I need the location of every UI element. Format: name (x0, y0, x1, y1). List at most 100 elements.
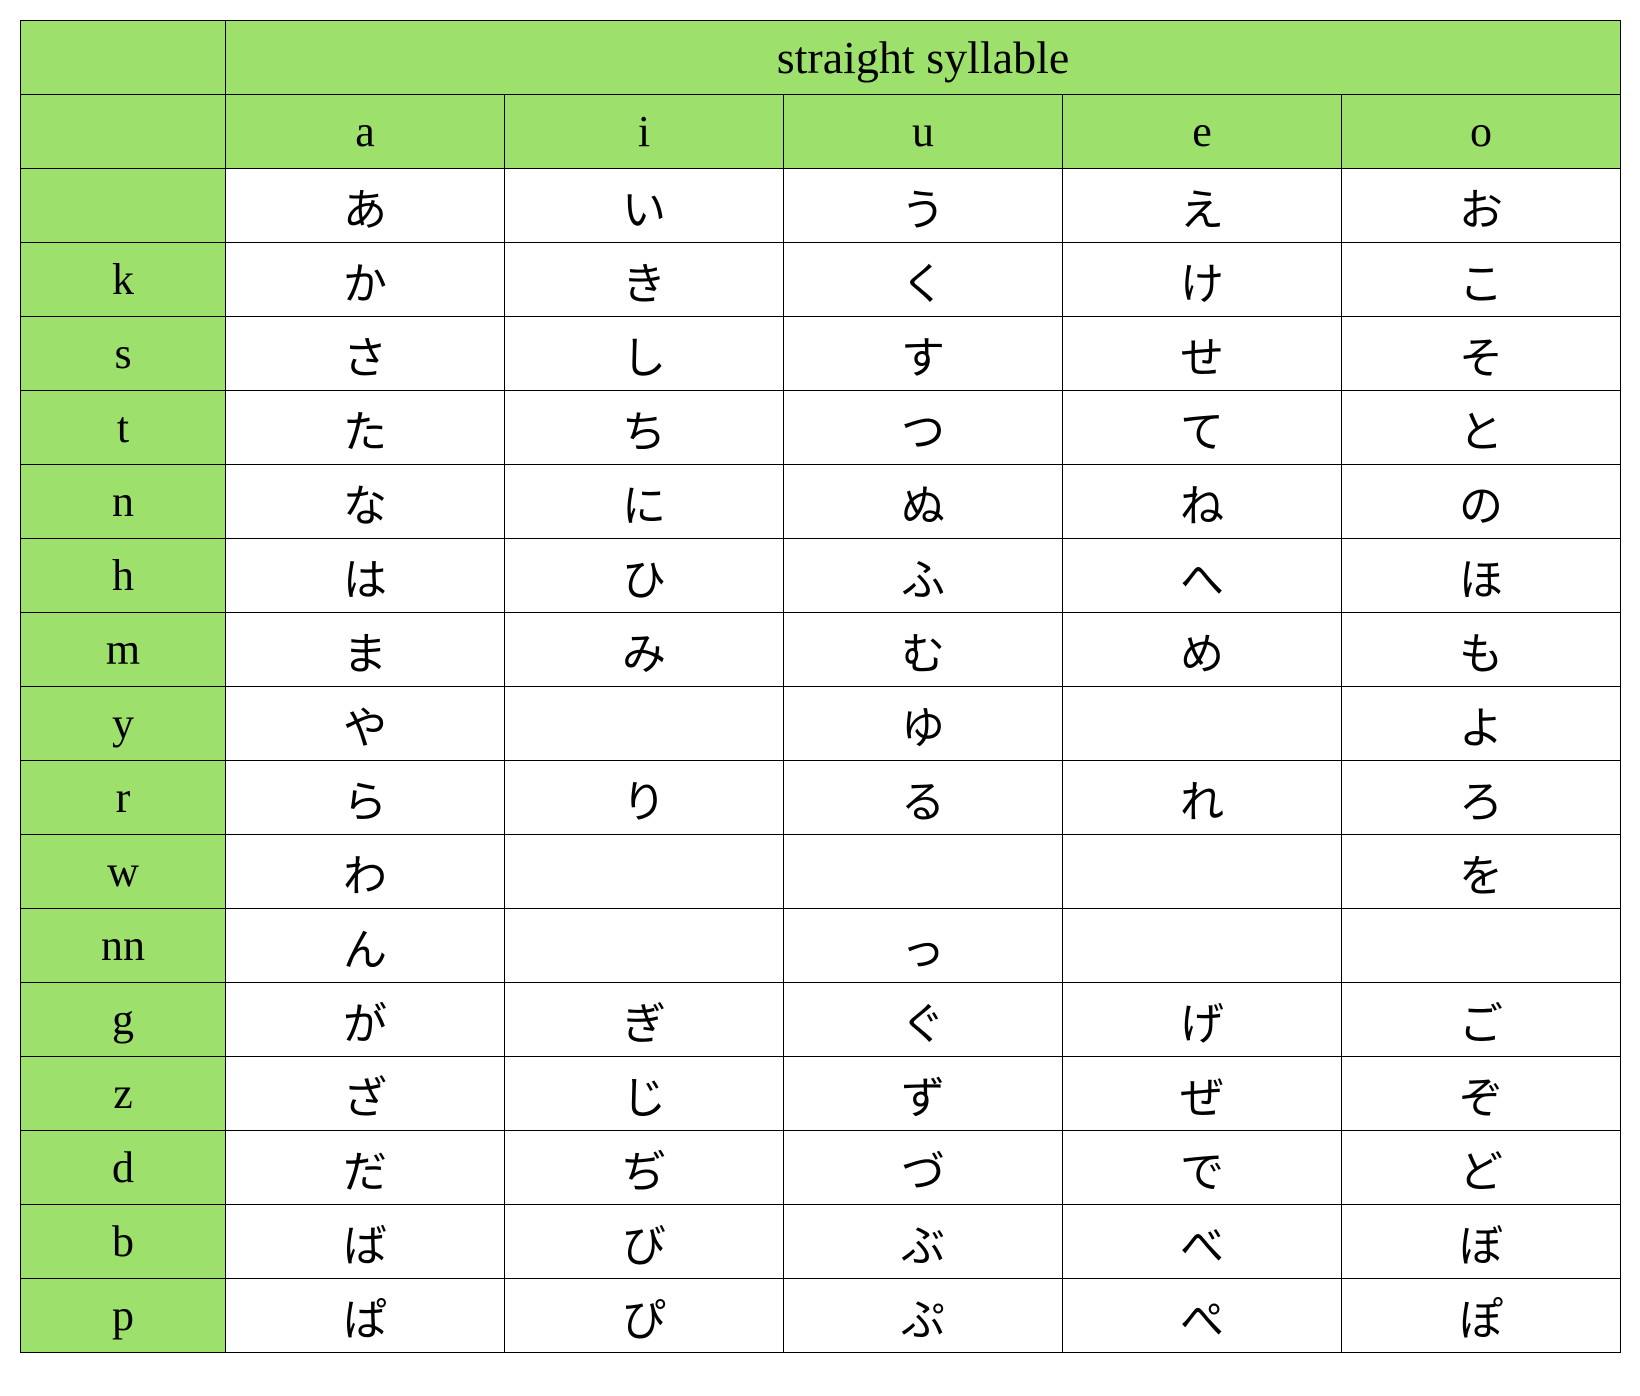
table-cell: ろ (1342, 761, 1621, 835)
table-cell: を (1342, 835, 1621, 909)
table-cell: お (1342, 169, 1621, 243)
table-row: tたちつてと (21, 391, 1621, 465)
table-cell: ぱ (226, 1279, 505, 1353)
table-cell: ど (1342, 1131, 1621, 1205)
column-header: a (226, 95, 505, 169)
table-cell (1063, 687, 1342, 761)
table-cell: ぬ (784, 465, 1063, 539)
table-cell: な (226, 465, 505, 539)
table-row: yや ゆ よ (21, 687, 1621, 761)
table-row: zざじずぜぞ (21, 1057, 1621, 1131)
table-cell: そ (1342, 317, 1621, 391)
table-row: nnん っ (21, 909, 1621, 983)
table-cell: ね (1063, 465, 1342, 539)
table-cell: さ (226, 317, 505, 391)
table-row: nなにぬねの (21, 465, 1621, 539)
table-cell: ぎ (505, 983, 784, 1057)
table-cell: ご (1342, 983, 1621, 1057)
table-cell: ゆ (784, 687, 1063, 761)
table-cell (505, 835, 784, 909)
row-label (21, 169, 226, 243)
table-title: straight syllable (226, 21, 1621, 95)
table-cell: で (1063, 1131, 1342, 1205)
table-cell: の (1342, 465, 1621, 539)
table-row: sさしすせそ (21, 317, 1621, 391)
table-cell: や (226, 687, 505, 761)
table-cell: ぢ (505, 1131, 784, 1205)
table-cell (1342, 909, 1621, 983)
table-cell: ぶ (784, 1205, 1063, 1279)
hiragana-table: straight syllableaiueoあいうえおkかきくけこsさしすせそt… (20, 20, 1621, 1353)
table-cell: み (505, 613, 784, 687)
table-cell: へ (1063, 539, 1342, 613)
table-cell: び (505, 1205, 784, 1279)
table-cell: っ (784, 909, 1063, 983)
table-cell: ず (784, 1057, 1063, 1131)
row-label: g (21, 983, 226, 1057)
table-cell: れ (1063, 761, 1342, 835)
table-cell: ざ (226, 1057, 505, 1131)
table-cell: ぷ (784, 1279, 1063, 1353)
table-cell (1063, 909, 1342, 983)
corner-cell (21, 21, 226, 95)
table-cell: じ (505, 1057, 784, 1131)
row-label: nn (21, 909, 226, 983)
row-label: t (21, 391, 226, 465)
column-header: u (784, 95, 1063, 169)
row-label: k (21, 243, 226, 317)
table-cell: か (226, 243, 505, 317)
table-cell: つ (784, 391, 1063, 465)
table-cell: む (784, 613, 1063, 687)
table-cell: す (784, 317, 1063, 391)
table-cell (505, 687, 784, 761)
table-cell (505, 909, 784, 983)
table-cell (1063, 835, 1342, 909)
row-label: n (21, 465, 226, 539)
table-cell: く (784, 243, 1063, 317)
table-row: dだぢづでど (21, 1131, 1621, 1205)
table-cell: た (226, 391, 505, 465)
table-cell: も (1342, 613, 1621, 687)
row-header-blank (21, 95, 226, 169)
table-cell: に (505, 465, 784, 539)
table-cell: と (1342, 391, 1621, 465)
table-row: wわを (21, 835, 1621, 909)
table-cell: ほ (1342, 539, 1621, 613)
table-cell: は (226, 539, 505, 613)
table-cell: け (1063, 243, 1342, 317)
table-cell: ち (505, 391, 784, 465)
row-label: p (21, 1279, 226, 1353)
table-cell: ぜ (1063, 1057, 1342, 1131)
row-label: y (21, 687, 226, 761)
table-cell: あ (226, 169, 505, 243)
table-cell: い (505, 169, 784, 243)
table-cell: ぴ (505, 1279, 784, 1353)
column-header: o (1342, 95, 1621, 169)
table-cell: ん (226, 909, 505, 983)
table-row: あいうえお (21, 169, 1621, 243)
table-cell: う (784, 169, 1063, 243)
column-header: e (1063, 95, 1342, 169)
row-label: h (21, 539, 226, 613)
table-cell: え (1063, 169, 1342, 243)
table-cell: ぞ (1342, 1057, 1621, 1131)
table-cell: ら (226, 761, 505, 835)
table-cell: ぼ (1342, 1205, 1621, 1279)
table-cell: ひ (505, 539, 784, 613)
table-cell: ま (226, 613, 505, 687)
table-cell: き (505, 243, 784, 317)
table-cell: づ (784, 1131, 1063, 1205)
table-cell (784, 835, 1063, 909)
table-cell: ぐ (784, 983, 1063, 1057)
column-header: i (505, 95, 784, 169)
row-label: s (21, 317, 226, 391)
row-label: z (21, 1057, 226, 1131)
table-cell: わ (226, 835, 505, 909)
table-cell: よ (1342, 687, 1621, 761)
row-label: b (21, 1205, 226, 1279)
table-cell: ぽ (1342, 1279, 1621, 1353)
row-label: m (21, 613, 226, 687)
table-cell: が (226, 983, 505, 1057)
table-row: hはひふへほ (21, 539, 1621, 613)
table-cell: こ (1342, 243, 1621, 317)
